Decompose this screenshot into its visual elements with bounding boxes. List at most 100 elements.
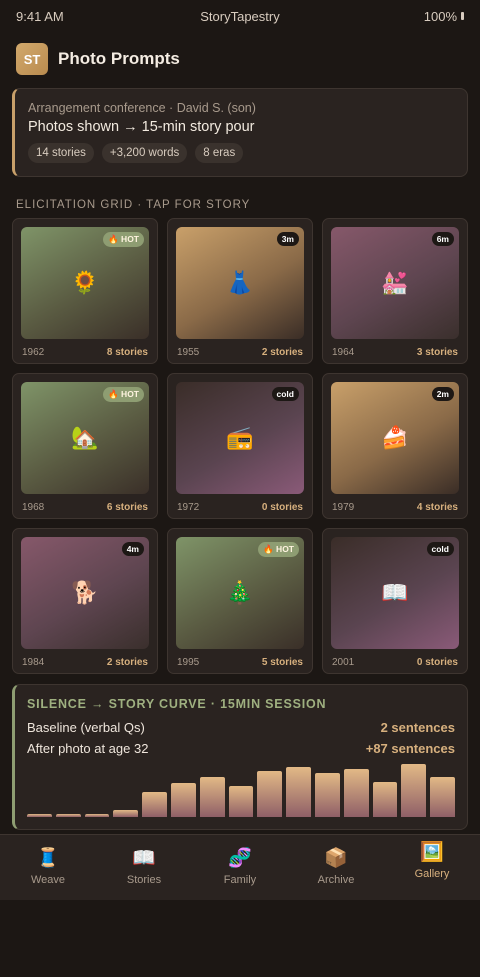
- photo-thumbnail: 📻 cold: [176, 382, 304, 494]
- tile-story-count: 4 stories: [416, 502, 458, 513]
- curve-bar: [314, 773, 340, 817]
- session-title: Photos shown → 15-min story pour: [28, 119, 255, 135]
- dress-icon: 👗: [226, 270, 254, 295]
- curve-title: SILENCE → STORY CURVE · 15MIN SESSION: [27, 697, 327, 711]
- curve-bar: [199, 777, 225, 817]
- bottom-tab-bar: 🧵 Weave 📖 Stories 🧬 Family 📦 Archive 🖼️ …: [0, 834, 480, 900]
- open-book-icon: 📖: [381, 580, 409, 605]
- photo-tile-7[interactable]: 🎄 🔥 HOT 1995 5 stories: [167, 528, 313, 674]
- tile-story-count: 2 stories: [261, 347, 303, 358]
- tile-year: 1995: [177, 657, 200, 668]
- battery-indicator: 100%: [424, 9, 464, 24]
- tile-year: 1968: [22, 502, 45, 513]
- curve-row-value: 2 sentences: [380, 720, 455, 735]
- tab-stories[interactable]: 📖 Stories: [96, 835, 192, 900]
- tile-badge: 🔥 HOT: [103, 232, 144, 247]
- tile-badge: 🔥 HOT: [103, 387, 144, 402]
- battery-icon: [461, 12, 464, 20]
- curve-bar: [142, 792, 167, 817]
- tile-year: 1964: [332, 347, 355, 358]
- curve-row-baseline: Baseline (verbal Qs) 2 sentences: [27, 720, 455, 735]
- app-logo[interactable]: ST: [16, 43, 48, 75]
- cake-icon: 🍰: [381, 425, 409, 450]
- thread-icon: 🧵: [36, 848, 60, 869]
- photo-thumbnail: 🐕 4m: [21, 537, 149, 649]
- tab-archive[interactable]: 📦 Archive: [288, 835, 384, 900]
- session-chips: 14 stories +3,200 words 8 eras: [28, 143, 454, 163]
- tab-label: Weave: [30, 874, 66, 886]
- status-time: 9:41 AM: [16, 8, 64, 24]
- curve-bar: [228, 786, 254, 817]
- tile-story-count: 5 stories: [261, 657, 303, 668]
- chip-eras: 8 eras: [195, 143, 244, 163]
- photo-tile-6[interactable]: 🐕 4m 1984 2 stories: [12, 528, 158, 674]
- photo-thumbnail: 🎄 🔥 HOT: [176, 537, 304, 649]
- box-icon: 📦: [324, 848, 348, 869]
- tab-gallery[interactable]: 🖼️ Gallery: [384, 835, 480, 900]
- curve-bar: [113, 810, 139, 817]
- photo-tile-4[interactable]: 📻 cold 1972 0 stories: [167, 373, 313, 519]
- curve-bar: [372, 782, 398, 817]
- tile-badge: cold: [426, 542, 454, 556]
- tab-label: Stories: [126, 874, 162, 886]
- tile-badge: 4m: [121, 542, 144, 556]
- tile-year: 1972: [177, 502, 200, 513]
- chip-words: +3,200 words: [101, 143, 188, 163]
- photo-thumbnail: 🌻 🔥 HOT: [21, 227, 149, 339]
- photo-thumbnail: 👗 3m: [176, 227, 304, 339]
- tile-year: 1984: [22, 657, 45, 668]
- tile-story-count: 8 stories: [106, 347, 148, 358]
- tile-year: 1955: [177, 347, 200, 358]
- tile-badge: 6m: [431, 232, 454, 246]
- photo-tile-2[interactable]: 💒 6m 1964 3 stories: [322, 218, 468, 364]
- tile-story-count: 0 stories: [416, 657, 458, 668]
- wedding-chapel-icon: 💒: [381, 270, 409, 295]
- status-bar: 9:41 AM StoryTapestry 100%: [0, 0, 480, 32]
- tab-label: Archive: [317, 874, 355, 886]
- sunflower-icon: 🌻: [71, 270, 99, 295]
- tile-badge: 🔥 HOT: [258, 542, 299, 557]
- photo-thumbnail: 🍰 2m: [331, 382, 459, 494]
- story-curve-card: SILENCE → STORY CURVE · 15MIN SESSION Ba…: [12, 684, 468, 830]
- curve-bar: [430, 777, 455, 817]
- christmas-tree-icon: 🎄: [226, 580, 254, 605]
- curve-bar: [343, 769, 369, 817]
- dog-icon: 🐕: [71, 580, 99, 605]
- photo-thumbnail: 📖 cold: [331, 537, 459, 649]
- curve-row-after-photo: After photo at age 32 +87 sentences: [27, 741, 455, 756]
- house-icon: 🏡: [71, 425, 99, 450]
- tab-weave[interactable]: 🧵 Weave: [0, 835, 96, 900]
- curve-row-value: +87 sentences: [365, 741, 455, 756]
- photo-tile-5[interactable]: 🍰 2m 1979 4 stories: [322, 373, 468, 519]
- elicitation-grid: 🌻 🔥 HOT 1962 8 stories 👗 3m 1955 2 stori…: [12, 218, 468, 674]
- curve-row-label: After photo at age 32: [27, 741, 149, 756]
- curve-bar: [257, 771, 283, 817]
- radio-icon: 📻: [226, 425, 254, 450]
- curve-bar: [84, 814, 110, 817]
- photo-tile-1[interactable]: 👗 3m 1955 2 stories: [167, 218, 313, 364]
- app-header: ST Photo Prompts: [16, 43, 180, 75]
- photo-thumbnail: 🏡 🔥 HOT: [21, 382, 149, 494]
- tab-family[interactable]: 🧬 Family: [192, 835, 288, 900]
- dna-icon: 🧬: [228, 848, 252, 869]
- tile-badge: cold: [271, 387, 299, 401]
- tile-story-count: 3 stories: [416, 347, 458, 358]
- chip-stories: 14 stories: [28, 143, 94, 163]
- photo-tile-0[interactable]: 🌻 🔥 HOT 1962 8 stories: [12, 218, 158, 364]
- curve-bar: [55, 814, 81, 817]
- tile-story-count: 0 stories: [261, 502, 303, 513]
- photo-tile-8[interactable]: 📖 cold 2001 0 stories: [322, 528, 468, 674]
- session-card[interactable]: Arrangement conference · David S. (son) …: [12, 88, 468, 177]
- tile-year: 1962: [22, 347, 45, 358]
- curve-row-label: Baseline (verbal Qs): [27, 720, 145, 735]
- tile-story-count: 2 stories: [106, 657, 148, 668]
- tile-badge: 2m: [431, 387, 454, 401]
- photo-tile-3[interactable]: 🏡 🔥 HOT 1968 6 stories: [12, 373, 158, 519]
- tile-story-count: 6 stories: [106, 502, 148, 513]
- grid-section-label: ELICITATION GRID · TAP FOR STORY: [16, 199, 251, 211]
- status-app-name: StoryTapestry: [200, 8, 280, 24]
- book-icon: 📖: [132, 848, 156, 869]
- curve-bar: [170, 783, 196, 817]
- curve-bar: [286, 767, 311, 817]
- curve-bar: [401, 764, 427, 817]
